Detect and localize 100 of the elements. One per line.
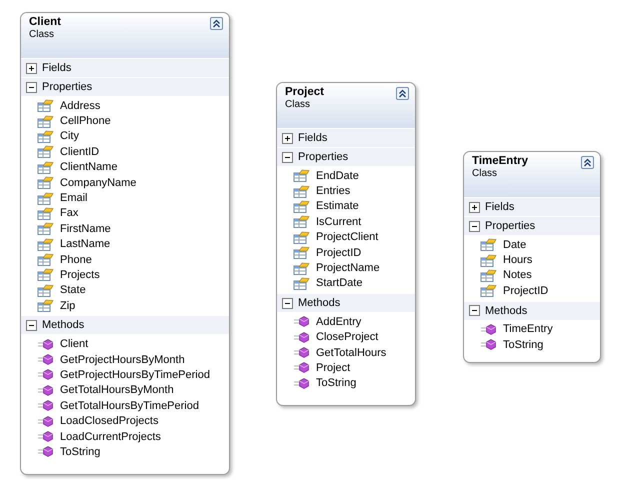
property-icon (293, 215, 310, 228)
section-header[interactable]: Fields (21, 58, 229, 77)
property-icon (293, 246, 310, 260)
section-header[interactable]: Properties (464, 216, 600, 235)
member-name: StartDate (316, 277, 362, 290)
property-icon (37, 130, 54, 143)
section-header[interactable]: Fields (464, 197, 600, 216)
member-name: FirstName (60, 222, 111, 235)
collapse-icon (282, 152, 293, 162)
method-icon (293, 330, 310, 344)
method-icon (37, 430, 54, 443)
method-icon (37, 384, 54, 397)
property-icon (37, 222, 54, 236)
collapse-button[interactable] (396, 87, 409, 100)
member-name: GetProjectHoursByMonth (60, 354, 185, 366)
method-icon (37, 338, 54, 351)
member-name: ProjectName (316, 262, 380, 274)
member-name: AddEntry (316, 316, 362, 328)
member-name: Project (316, 362, 350, 374)
member-name: ProjectID (503, 284, 548, 297)
method-icon (37, 353, 54, 366)
member-name: ToString (316, 377, 356, 390)
class-box[interactable]: Project Class Fields Properties EndDate Entries Estimate IsCurrent ProjectClient ProjectID ProjectName StartDate Methods AddEntry CloseProject GetTotalHours Project ToString (276, 82, 416, 406)
property-icon (37, 145, 54, 158)
method-icon (293, 376, 310, 390)
member-name: LastName (60, 238, 110, 250)
member-name: State (60, 284, 86, 296)
member-name: Email (60, 192, 88, 204)
member-name: GetTotalHoursByMonth (60, 384, 174, 396)
property-icon (37, 284, 54, 297)
property-icon (480, 268, 497, 282)
class-name: Client (29, 16, 61, 28)
property-icon (37, 238, 54, 251)
method-icon (293, 361, 310, 374)
property-icon (37, 176, 54, 190)
expand-icon (282, 132, 293, 144)
property-icon (293, 276, 310, 290)
member-name: Date (503, 238, 526, 251)
member-name: ProjectID (316, 246, 362, 259)
method-icon (37, 445, 54, 458)
property-icon (293, 184, 310, 198)
property-icon (37, 206, 54, 220)
method-icon (37, 399, 54, 412)
member-name: Entries (316, 185, 350, 198)
method-icon (293, 315, 310, 328)
class-name: TimeEntry (472, 155, 528, 167)
property-icon (37, 160, 54, 174)
collapse-button[interactable] (581, 156, 594, 169)
property-icon (37, 299, 54, 312)
collapse-icon (26, 320, 37, 331)
method-icon (293, 346, 310, 360)
member-name: CellPhone (60, 115, 111, 128)
method-icon (480, 338, 497, 352)
member-name: CompanyName (60, 176, 136, 189)
collapse-button[interactable] (210, 17, 223, 30)
class-box[interactable]: TimeEntry Class Fields Properties Date Hours Notes ProjectID Methods TimeEntry ToString (463, 151, 601, 364)
method-icon (480, 322, 497, 336)
member-name: TimeEntry (503, 323, 553, 336)
expand-icon (469, 202, 480, 212)
property-icon (37, 99, 54, 112)
property-icon (293, 200, 310, 213)
property-icon (293, 169, 310, 182)
property-icon (480, 284, 497, 298)
member-name: EndDate (316, 170, 359, 182)
collapse-icon (469, 305, 480, 316)
class-box[interactable] (20, 12, 230, 475)
property-icon (293, 230, 310, 244)
member-name: ToString (60, 446, 100, 458)
collapse-icon (26, 82, 37, 92)
section-header[interactable]: Methods (464, 300, 600, 320)
member-name: Fax (60, 207, 78, 220)
class-kind: Class (285, 99, 310, 110)
member-name: LoadCurrentProjects (60, 430, 161, 442)
section-header[interactable]: Methods (21, 315, 229, 334)
section-header[interactable]: Fields (277, 128, 415, 147)
class-kind: Class (472, 168, 498, 179)
member-name: GetTotalHours (316, 346, 386, 359)
member-name: ClientID (60, 146, 100, 158)
section-header[interactable]: Properties (277, 147, 415, 166)
member-name: Client (60, 338, 88, 350)
property-icon (480, 254, 497, 267)
property-icon (480, 238, 497, 252)
member-name: Projects (60, 268, 100, 281)
collapse-icon (282, 298, 293, 309)
property-icon (293, 262, 310, 275)
section-header[interactable]: Properties (21, 77, 229, 96)
member-name: GetProjectHoursByTimePeriod (60, 368, 210, 381)
property-icon (37, 192, 54, 205)
section-header[interactable]: Methods (277, 293, 415, 312)
member-name: City (60, 130, 79, 142)
member-name: IsCurrent (316, 216, 362, 228)
property-icon (37, 114, 54, 128)
member-name: Notes (503, 269, 532, 282)
member-name: ClientName (60, 161, 118, 174)
collapse-icon (469, 220, 480, 232)
member-name: Estimate (316, 200, 359, 212)
member-name: CloseProject (316, 331, 378, 344)
member-name: Zip (60, 300, 76, 312)
member-name: ProjectClient (316, 231, 378, 244)
member-name: Hours (503, 254, 532, 266)
